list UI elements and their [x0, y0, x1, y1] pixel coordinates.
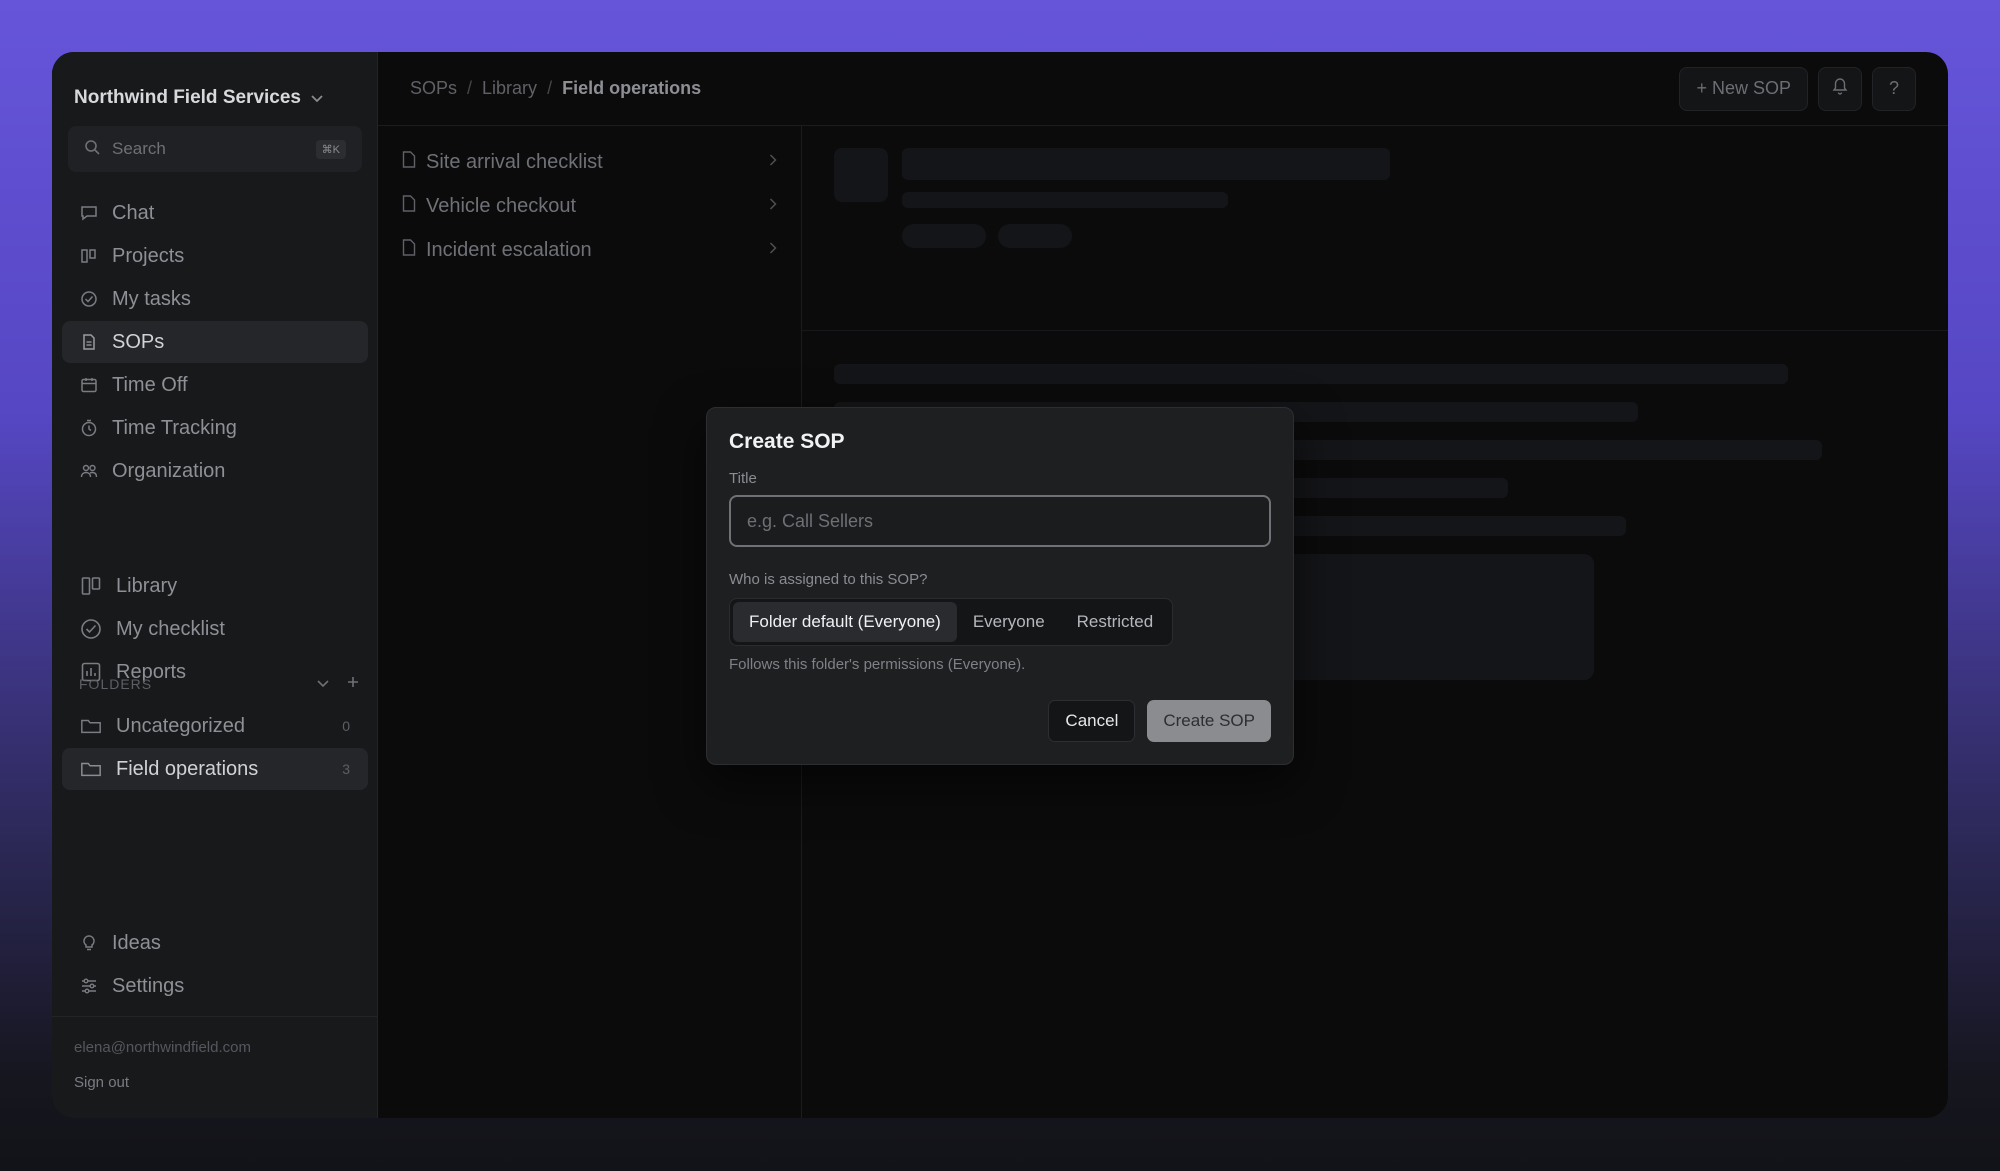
title-field-label: Title: [729, 470, 757, 487]
create-sop-button[interactable]: Create SOP: [1147, 700, 1271, 742]
option-everyone[interactable]: Everyone: [957, 602, 1061, 642]
create-sop-dialog: Create SOP Title Who is assigned to this…: [706, 407, 1294, 765]
assignment-label: Who is assigned to this SOP?: [729, 571, 928, 588]
option-folder-default[interactable]: Folder default (Everyone): [733, 602, 957, 642]
option-restricted[interactable]: Restricted: [1061, 602, 1170, 642]
dialog-title: Create SOP: [729, 430, 845, 453]
cancel-button[interactable]: Cancel: [1048, 700, 1136, 742]
assignment-help-text: Follows this folder's permissions (Every…: [729, 656, 1026, 673]
assignment-segmented-control: Folder default (Everyone) Everyone Restr…: [729, 598, 1174, 646]
title-input[interactable]: [729, 495, 1271, 547]
